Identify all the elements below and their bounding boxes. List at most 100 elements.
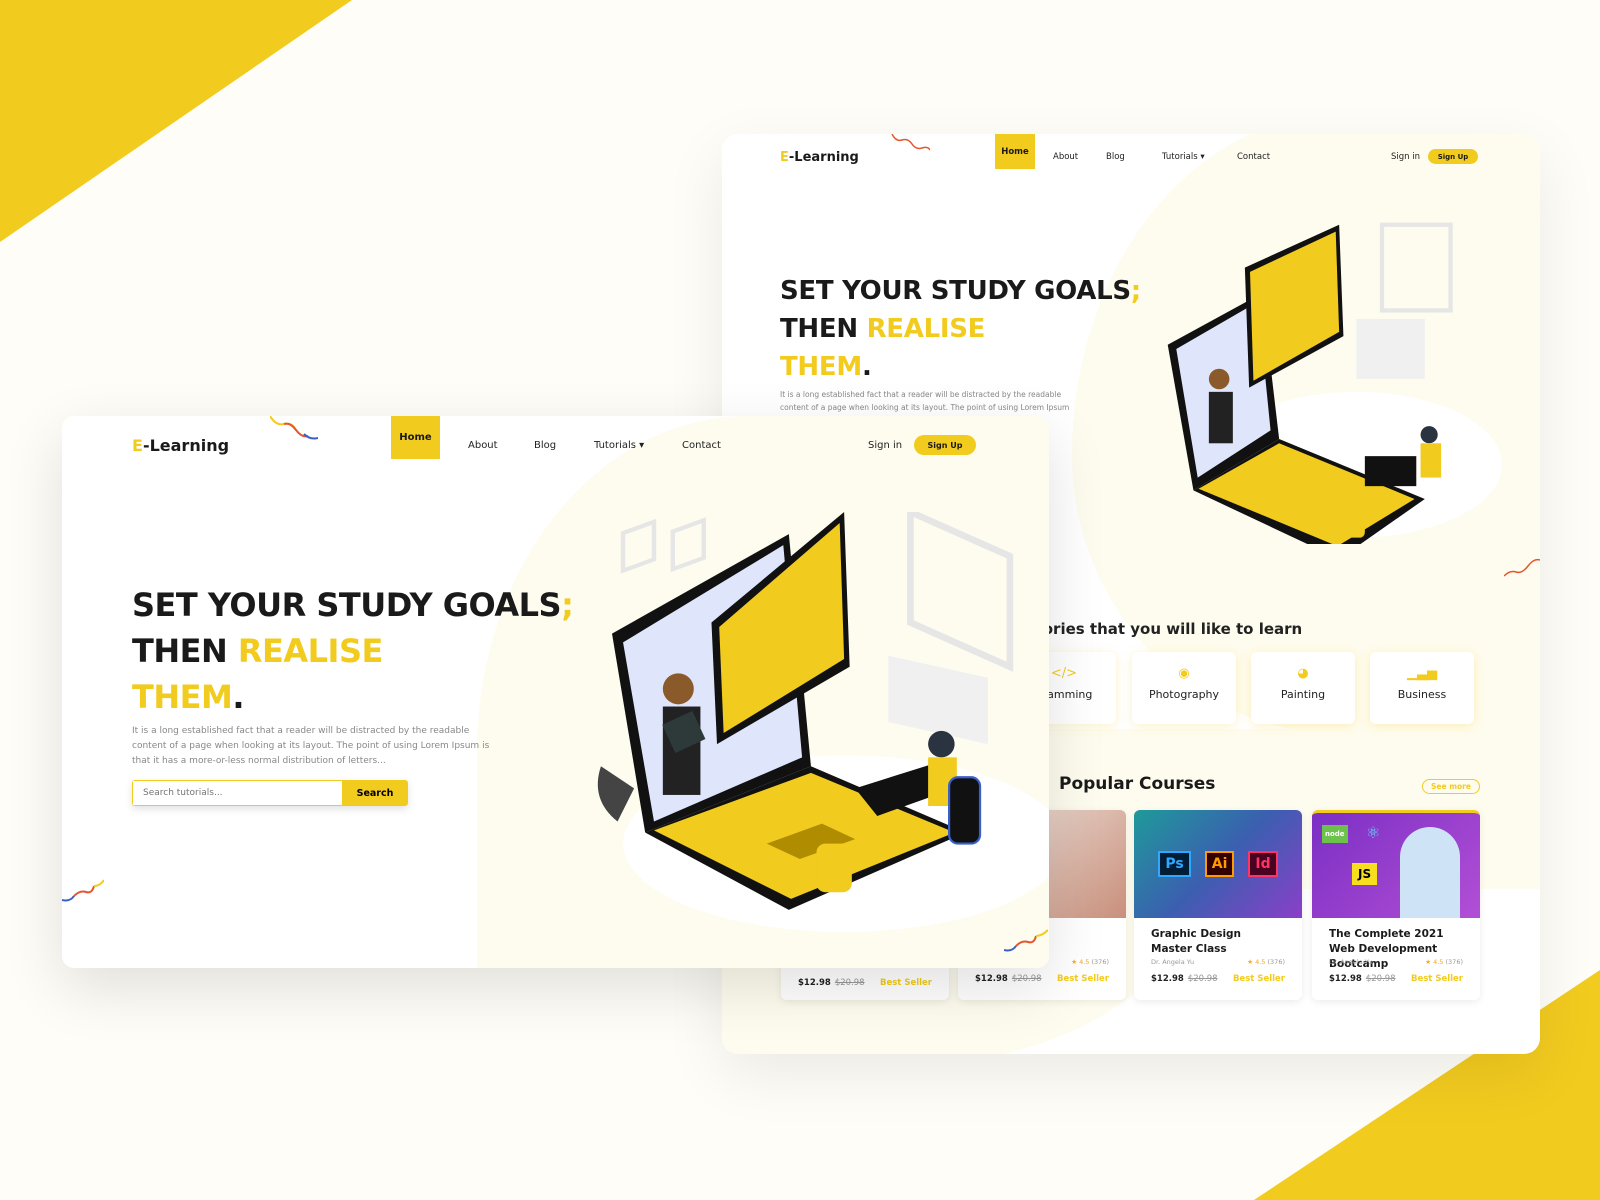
sign-up-button[interactable]: Sign Up <box>1428 149 1478 164</box>
hero-line1: SET YOUR STUDY GOALS <box>780 276 1131 306</box>
hero-description: It is a long established fact that a rea… <box>132 726 490 766</box>
illustrator-icon: Ai <box>1204 851 1235 877</box>
hero-accent: REALISE <box>237 632 383 670</box>
course-old-price: $20.98 <box>1187 974 1218 984</box>
hero-period: . <box>861 352 872 382</box>
hero-line3: THEM <box>132 678 233 716</box>
hero-heading: SET YOUR STUDY GOALS; THEN REALISE THEM. <box>780 272 1141 386</box>
nav-about[interactable]: About <box>468 440 498 451</box>
nav-blog[interactable]: Blog <box>534 440 556 451</box>
course-old-price: $20.98 <box>1011 974 1042 984</box>
nav-home[interactable]: Home <box>995 134 1035 169</box>
logo[interactable]: E-Learning <box>132 436 229 455</box>
course-old-price: $20.98 <box>834 978 865 988</box>
course-rating: ★ 4.5 <box>1247 958 1266 966</box>
course-reviews: (376) <box>1091 958 1109 966</box>
popular-courses-title: Popular Courses <box>1059 774 1216 794</box>
nav-blog[interactable]: Blog <box>1106 152 1125 162</box>
caret-down-icon: ▾ <box>639 440 645 451</box>
category-label: Painting <box>1280 688 1326 701</box>
course-price: $12.98 <box>1151 974 1184 984</box>
squiggle-decoration <box>270 416 318 440</box>
hero-illustration <box>1167 222 1502 544</box>
course-reviews: (376) <box>1445 958 1463 966</box>
best-seller-badge: Best Seller <box>1411 974 1463 984</box>
category-card-business[interactable]: ▁▃▅ Business <box>1370 652 1474 724</box>
course-price: $12.98 <box>975 974 1008 984</box>
course-rating: ★ 4.5 <box>1071 958 1090 966</box>
logo-text: -Learning <box>788 150 859 165</box>
course-thumbnail: node ⚛ JS <box>1312 813 1480 918</box>
course-author: Dr. Angela Yu <box>1151 958 1195 966</box>
indesign-icon: Id <box>1248 851 1278 877</box>
hero-line1: SET YOUR STUDY GOALS <box>132 586 562 624</box>
nav-tutorials-label: Tutorials <box>1162 152 1198 162</box>
nodejs-icon: node <box>1322 825 1348 843</box>
photoshop-icon: Ps <box>1158 851 1191 877</box>
category-card-painting[interactable]: ◕ Painting <box>1251 652 1355 724</box>
nav-tutorials-label: Tutorials <box>594 440 636 451</box>
nav-tutorials[interactable]: Tutorials ▾ <box>594 440 644 451</box>
see-more-button[interactable]: See more <box>1422 779 1480 794</box>
category-card-photography[interactable]: ◉ Photography <box>1132 652 1236 724</box>
category-label: Business <box>1397 688 1447 701</box>
background-triangle-top-left <box>0 0 352 242</box>
course-title: The Complete 2021 Web Development Bootca… <box>1329 928 1444 970</box>
category-label: Photography <box>1148 688 1220 701</box>
best-seller-badge: Best Seller <box>1057 974 1109 984</box>
best-seller-badge: Best Seller <box>1233 974 1285 984</box>
react-icon: ⚛ <box>1366 823 1381 842</box>
sign-up-button[interactable]: Sign Up <box>914 435 976 455</box>
course-reviews: (376) <box>1267 958 1285 966</box>
hero-illustration <box>597 512 1049 932</box>
nav-tutorials[interactable]: Tutorials ▾ <box>1162 152 1205 162</box>
logo[interactable]: E-Learning <box>780 150 859 165</box>
hero-description: It is a long established fact that a rea… <box>780 390 1070 412</box>
best-seller-badge: Best Seller <box>880 978 932 988</box>
hero-line2: THEN <box>780 314 867 344</box>
squiggle-decoration <box>62 879 104 902</box>
hero-semicolon: ; <box>561 586 574 624</box>
hero-period: . <box>232 678 244 716</box>
search-bar: Search <box>132 780 408 806</box>
hero-accent: REALISE <box>866 314 986 344</box>
course-title: Graphic Design Master Class <box>1151 928 1242 955</box>
navbar: E-Learning Home About Blog Tutorials ▾ C… <box>722 134 1540 184</box>
hero-semicolon: ; <box>1130 276 1141 306</box>
logo-initial: E <box>132 436 143 455</box>
logo-initial: E <box>780 150 789 165</box>
course-card[interactable]: Ps Ai Id Graphic Design Master Class Dr.… <box>1134 810 1302 1000</box>
front-page-preview: E-Learning Home About Blog Tutorials ▾ C… <box>62 416 1049 968</box>
course-price: $12.98 <box>798 978 831 988</box>
hero-heading: SET YOUR STUDY GOALS; THEN REALISE THEM. <box>132 582 574 720</box>
hero-line3: THEM <box>780 352 862 382</box>
palette-icon: ◕ <box>1297 666 1309 681</box>
sign-in-link[interactable]: Sign in <box>868 440 902 451</box>
nav-contact[interactable]: Contact <box>682 440 721 451</box>
search-button[interactable]: Search <box>342 780 408 806</box>
search-input[interactable] <box>132 780 342 806</box>
caret-down-icon: ▾ <box>1200 152 1205 162</box>
sign-in-link[interactable]: Sign in <box>1391 152 1420 162</box>
course-card[interactable]: node ⚛ JS The Complete 2021 Web Developm… <box>1312 810 1480 1000</box>
navbar: E-Learning Home About Blog Tutorials ▾ C… <box>62 416 1049 466</box>
hero-blob-bottom <box>622 931 1049 968</box>
course-old-price: $20.98 <box>1365 974 1396 984</box>
course-rating: ★ 4.5 <box>1425 958 1444 966</box>
squiggle-decoration <box>1004 929 1048 952</box>
logo-text: -Learning <box>142 436 230 455</box>
nav-about[interactable]: About <box>1053 152 1078 162</box>
course-thumbnail: Ps Ai Id <box>1134 810 1302 918</box>
chart-icon: ▁▃▅ <box>1407 666 1437 681</box>
squiggle-decoration <box>891 134 930 151</box>
hero-line2: THEN <box>132 632 238 670</box>
javascript-icon: JS <box>1352 863 1378 885</box>
course-price: $12.98 <box>1329 974 1362 984</box>
squiggle-decoration <box>1504 558 1540 577</box>
instructor-photo <box>1400 827 1460 918</box>
categories-title: gories that you will like to learn <box>1032 620 1303 638</box>
camera-icon: ◉ <box>1178 666 1190 681</box>
course-author: Dr. Angela Yu <box>1329 958 1373 966</box>
nav-contact[interactable]: Contact <box>1237 152 1270 162</box>
nav-home[interactable]: Home <box>391 416 440 459</box>
